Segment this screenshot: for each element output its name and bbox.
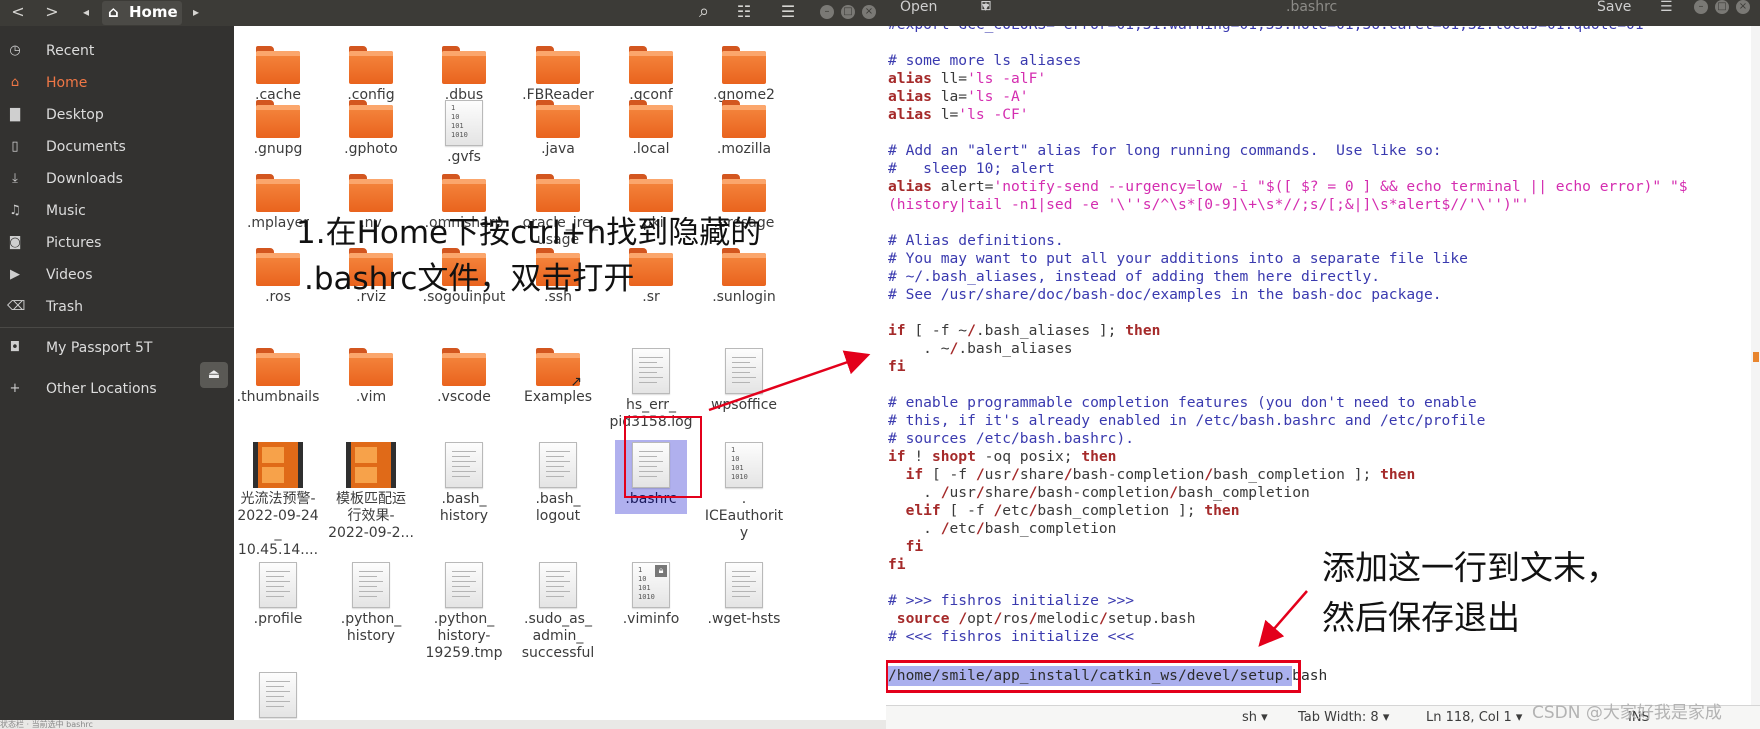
- arrow-to-editor: [708, 350, 871, 412]
- annotation-arrows: [708, 350, 1308, 647]
- arrow-to-added-line: [1258, 590, 1308, 647]
- watermark: CSDN @大家好我是家成: [1532, 703, 1722, 723]
